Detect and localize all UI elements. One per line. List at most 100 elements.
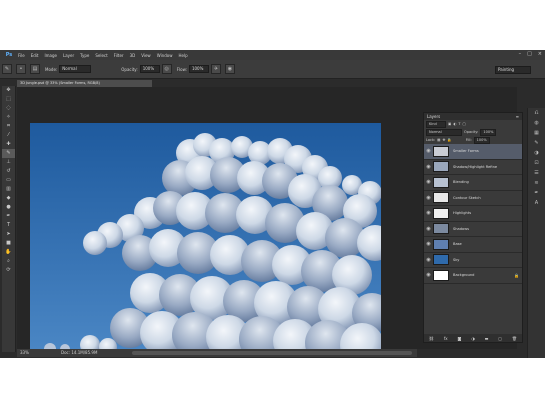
layer-name[interactable]: Base [453, 242, 522, 246]
filter-adjust-icon[interactable]: ◐ [453, 122, 456, 126]
zoom-level[interactable]: 33% [20, 349, 29, 357]
canvas[interactable] [30, 123, 381, 350]
paths-panel-icon[interactable]: ✒ [528, 188, 545, 198]
layer-row[interactable]: ◉ Shadow/Highlight Refine [424, 160, 522, 175]
channels-panel-icon[interactable]: ≋ [528, 178, 545, 188]
layer-thumbnail[interactable] [433, 176, 449, 188]
gradient-tool-icon[interactable]: ▥ [2, 185, 15, 194]
visibility-eye-icon[interactable]: ◉ [424, 272, 433, 278]
layer-thumbnail[interactable] [433, 254, 449, 266]
close-button[interactable]: × [538, 51, 542, 57]
menu-edit[interactable]: Edit [31, 53, 39, 58]
visibility-eye-icon[interactable]: ◉ [424, 226, 433, 232]
clone-stamp-tool-icon[interactable]: ⊥ [2, 158, 15, 167]
path-select-tool-icon[interactable]: ➤ [2, 230, 15, 239]
properties-panel-icon[interactable]: ☰ [528, 168, 545, 178]
pressure-opacity-icon[interactable]: ◎ [161, 64, 172, 74]
color-panel-icon[interactable]: ◍ [528, 118, 545, 128]
new-group-icon[interactable]: ▬ [485, 336, 489, 341]
menu-type[interactable]: Type [80, 53, 89, 58]
layer-filter-select[interactable]: Kind [426, 120, 446, 128]
brush-presets-panel-icon[interactable]: ✎ [528, 138, 545, 148]
history-panel-icon[interactable]: ⎌ [528, 108, 545, 118]
marquee-tool-icon[interactable]: ⬚ [2, 95, 15, 104]
hand-tool-icon[interactable]: ✋ [2, 248, 15, 257]
layer-style-icon[interactable]: fx [444, 336, 448, 341]
layer-name[interactable]: Shadows [453, 227, 522, 231]
menu-select[interactable]: Select [95, 53, 107, 58]
link-layers-icon[interactable]: ⛓ [429, 336, 434, 341]
document-tab[interactable]: 3D Jungle.psd @ 33% (Smaller Forms, RGB/… [17, 80, 152, 87]
menu-layer[interactable]: Layer [63, 53, 74, 58]
menu-filter[interactable]: Filter [114, 53, 124, 58]
blend-mode-select[interactable]: Normal [426, 128, 462, 136]
filter-shape-icon[interactable]: ▢ [463, 122, 466, 126]
layer-thumbnail[interactable] [433, 145, 449, 157]
blur-tool-icon[interactable]: ◆ [2, 194, 15, 203]
menu-3d[interactable]: 3D [130, 53, 136, 58]
lock-position-icon[interactable]: ✥ [442, 138, 445, 142]
mode-select[interactable]: Normal [59, 65, 92, 73]
rotate-view-tool-icon[interactable]: ⟳ [2, 266, 15, 275]
visibility-eye-icon[interactable]: ◉ [424, 257, 433, 263]
layer-thumbnail[interactable] [433, 161, 449, 173]
brush-tool-icon[interactable]: ✎ [2, 149, 15, 158]
brush-panel-icon[interactable]: ▤ [30, 64, 40, 74]
layer-row[interactable]: ◉ Sky [424, 253, 522, 268]
type-tool-icon[interactable]: T [2, 221, 15, 230]
panel-menu-icon[interactable]: ≡ [516, 114, 519, 119]
layer-row[interactable]: ◉ Background 🔒 [424, 268, 522, 284]
layer-thumbnail[interactable] [433, 207, 449, 219]
menu-image[interactable]: Image [44, 53, 57, 58]
visibility-eye-icon[interactable]: ◉ [424, 148, 433, 154]
zoom-tool-icon[interactable]: ⌕ [2, 257, 15, 266]
layer-name[interactable]: Highlights [453, 211, 522, 215]
character-panel-icon[interactable]: A [528, 198, 545, 208]
healing-tool-icon[interactable]: ✚ [2, 140, 15, 149]
swatches-panel-icon[interactable]: ▦ [528, 128, 545, 138]
visibility-eye-icon[interactable]: ◉ [424, 241, 433, 247]
filter-pixel-icon[interactable]: ▣ [448, 122, 451, 126]
layer-name[interactable]: Sky [453, 258, 522, 262]
lock-pixels-icon[interactable]: ▦ [437, 138, 440, 142]
layers-panel-title[interactable]: Layers [427, 114, 440, 119]
layer-thumbnail[interactable] [433, 192, 449, 204]
flow-field[interactable]: 100% [188, 65, 209, 73]
layer-name[interactable]: Background [453, 273, 514, 277]
shape-tool-icon[interactable]: ■ [2, 239, 15, 248]
dodge-tool-icon[interactable]: ● [2, 203, 15, 212]
layer-row[interactable]: ◉ Contour Sketch [424, 191, 522, 206]
layer-opacity-field[interactable]: 100% [480, 128, 497, 136]
lock-all-icon[interactable]: 🔒 [447, 138, 451, 142]
visibility-eye-icon[interactable]: ◉ [424, 195, 433, 201]
history-brush-tool-icon[interactable]: ↺ [2, 167, 15, 176]
lasso-tool-icon[interactable]: ◌ [2, 104, 15, 113]
adjustments-panel-icon[interactable]: ◑ [528, 148, 545, 158]
menu-view[interactable]: View [141, 53, 151, 58]
brush-preset-icon[interactable]: ✎ [2, 64, 12, 74]
opacity-field[interactable]: 100% [139, 65, 160, 73]
layer-row[interactable]: ◉ Blending [424, 175, 522, 191]
navigator-panel-icon[interactable]: ⊡ [528, 158, 545, 168]
menu-file[interactable]: File [18, 53, 25, 58]
layer-thumbnail[interactable] [433, 269, 449, 281]
eraser-tool-icon[interactable]: ▭ [2, 176, 15, 185]
visibility-eye-icon[interactable]: ◉ [424, 164, 433, 170]
airbrush-icon[interactable]: ✈ [210, 64, 221, 74]
visibility-eye-icon[interactable]: ◉ [424, 210, 433, 216]
adjustment-layer-icon[interactable]: ◑ [471, 336, 475, 341]
layer-name[interactable]: Shadow/Highlight Refine [453, 165, 522, 169]
minimize-button[interactable]: – [519, 51, 522, 57]
pressure-size-icon[interactable]: ◉ [224, 64, 235, 74]
crop-tool-icon[interactable]: ⌗ [2, 122, 15, 131]
maximize-button[interactable]: □ [527, 51, 532, 57]
pen-tool-icon[interactable]: ✒ [2, 212, 15, 221]
move-tool-icon[interactable]: ✥ [2, 86, 15, 95]
eyedropper-tool-icon[interactable]: ⁄ [2, 131, 15, 140]
layer-name[interactable]: Contour Sketch [453, 196, 522, 200]
layer-row[interactable]: ◉ Shadows [424, 222, 522, 237]
layer-name[interactable]: Blending [453, 180, 522, 184]
layer-row[interactable]: ◉ Smaller Forms [424, 144, 522, 160]
layer-row[interactable]: ◉ Highlights [424, 206, 522, 222]
quick-select-tool-icon[interactable]: ✧ [2, 113, 15, 122]
